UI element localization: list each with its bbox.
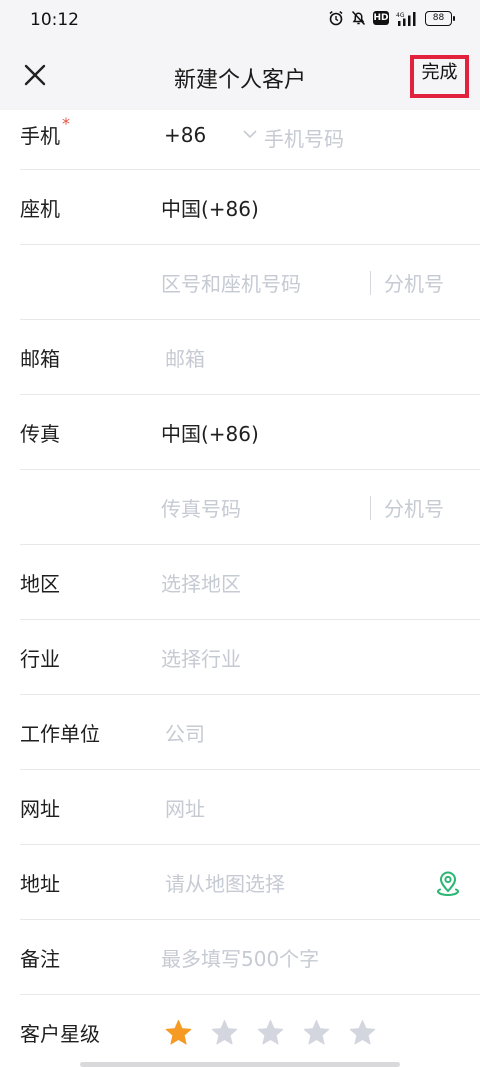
top-navigation-bar: 新建个人客户 完成	[0, 40, 480, 110]
remark-input[interactable]: 最多填写500个字	[161, 920, 319, 994]
website-input[interactable]: 网址	[165, 770, 205, 844]
signal-icon: 4G	[396, 11, 416, 26]
landline-number-input[interactable]: 区号和座机号码	[161, 245, 301, 319]
divider	[370, 271, 371, 295]
email-input[interactable]: 邮箱	[165, 320, 205, 394]
star-empty-icon[interactable]	[257, 1019, 284, 1046]
address-row[interactable]: 地址 请从地图选择	[20, 845, 480, 920]
mobile-label-text: 手机	[20, 124, 60, 148]
landline-label: 座机	[20, 196, 60, 221]
mobile-row: 手机 * +86 手机号码	[20, 110, 480, 170]
industry-label: 行业	[20, 646, 60, 671]
landline-number-row: 区号和座机号码 分机号	[20, 245, 480, 320]
battery-icon: 88	[425, 10, 455, 26]
done-button[interactable]: 完成	[410, 55, 469, 98]
region-row[interactable]: 地区 选择地区	[20, 545, 480, 620]
fax-number-row: 传真号码 分机号	[20, 470, 480, 545]
fax-number-input[interactable]: 传真号码	[161, 470, 241, 544]
fax-label: 传真	[20, 421, 60, 446]
alarm-icon	[329, 11, 343, 26]
address-label: 地址	[20, 871, 60, 896]
website-row: 网址 网址	[20, 770, 480, 845]
region-select[interactable]: 选择地区	[161, 545, 241, 619]
mobile-number-input[interactable]: 手机号码	[264, 110, 344, 169]
email-label: 邮箱	[20, 346, 60, 371]
email-row: 邮箱 邮箱	[20, 320, 480, 395]
chevron-down-icon[interactable]	[242, 129, 258, 139]
remark-label: 备注	[20, 946, 60, 971]
svg-text:4G: 4G	[396, 12, 405, 19]
required-mark: *	[62, 114, 70, 133]
address-picker[interactable]: 请从地图选择	[165, 845, 285, 919]
mute-bell-icon	[351, 10, 366, 26]
customer-form: 手机 * +86 手机号码 座机 中国(+86) 区号和座机号码 分机号 邮箱 …	[0, 110, 480, 1067]
company-label: 工作单位	[20, 721, 100, 746]
rating-row: 客户星级	[20, 995, 480, 1067]
status-icons: HD 4G 88	[328, 10, 455, 26]
hd-badge: HD	[373, 11, 389, 25]
map-pin-icon[interactable]	[436, 870, 460, 897]
divider	[370, 496, 371, 520]
star-empty-icon[interactable]	[349, 1019, 376, 1046]
status-time: 10:12	[30, 10, 79, 30]
mobile-country-code-select[interactable]: +86	[164, 110, 206, 169]
remark-row: 备注 最多填写500个字	[20, 920, 480, 995]
fax-extension-input[interactable]: 分机号	[384, 470, 444, 544]
landline-extension-input[interactable]: 分机号	[384, 245, 444, 319]
company-row: 工作单位 公司	[20, 695, 480, 770]
region-label: 地区	[20, 571, 60, 596]
landline-row: 座机 中国(+86)	[20, 170, 480, 245]
fax-row: 传真 中国(+86)	[20, 395, 480, 470]
page-title: 新建个人客户	[173, 68, 306, 93]
company-input[interactable]: 公司	[165, 695, 205, 769]
landline-country-select[interactable]: 中国(+86)	[161, 170, 259, 244]
industry-row[interactable]: 行业 选择行业	[20, 620, 480, 695]
star-empty-icon[interactable]	[211, 1019, 238, 1046]
status-bar: 10:12 HD 4G 88	[0, 0, 480, 40]
star-rating[interactable]	[165, 995, 376, 1067]
star-empty-icon[interactable]	[303, 1019, 330, 1046]
industry-select[interactable]: 选择行业	[161, 620, 241, 694]
fax-country-select[interactable]: 中国(+86)	[161, 395, 259, 469]
mobile-label: 手机 *	[20, 110, 70, 169]
star-filled-icon[interactable]	[165, 1019, 192, 1046]
gesture-bar	[80, 1062, 400, 1067]
website-label: 网址	[20, 796, 60, 821]
rating-label: 客户星级	[20, 1022, 100, 1046]
